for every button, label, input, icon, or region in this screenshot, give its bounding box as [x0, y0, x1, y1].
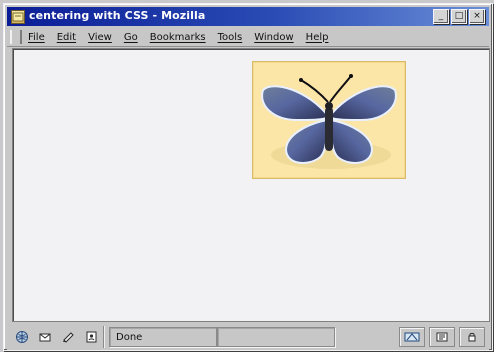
menu-edit[interactable]: Edit — [57, 32, 76, 43]
close-button[interactable]: × — [469, 9, 485, 24]
status-bar: Done — [7, 324, 489, 350]
address-book-icon[interactable] — [83, 329, 99, 345]
lock-icon[interactable] — [459, 327, 485, 347]
butterfly-image — [261, 74, 397, 169]
menu-bar: File Edit View Go Bookmarks Tools Window… — [7, 28, 489, 47]
mail-icon[interactable] — [37, 329, 53, 345]
menu-tools[interactable]: Tools — [218, 32, 243, 43]
maximize-button[interactable]: □ — [451, 9, 467, 24]
browser-window: centering with CSS - Mozilla _ □ × File … — [3, 3, 493, 351]
menu-view[interactable]: View — [88, 32, 112, 43]
globe-icon[interactable] — [14, 329, 30, 345]
composer-icon[interactable] — [60, 329, 76, 345]
window-controls: _ □ × — [433, 9, 485, 24]
status-separator — [103, 326, 105, 348]
menu-file[interactable]: File — [28, 32, 45, 43]
butterfly-image-container — [252, 61, 406, 179]
mozilla-app-icon — [11, 10, 25, 24]
page-content[interactable] — [12, 48, 490, 322]
menu-help[interactable]: Help — [306, 32, 329, 43]
online-status-icon[interactable] — [429, 327, 455, 347]
status-panel-blank — [217, 327, 335, 347]
minimize-button[interactable]: _ — [433, 9, 449, 24]
status-text: Done — [116, 331, 143, 343]
status-right-icons — [399, 327, 485, 347]
menu-bookmarks[interactable]: Bookmarks — [150, 32, 206, 43]
menu-window[interactable]: Window — [254, 32, 293, 43]
menubar-grip[interactable] — [10, 30, 22, 44]
window-title: centering with CSS - Mozilla — [29, 9, 206, 22]
menu-go[interactable]: Go — [124, 32, 138, 43]
status-text-panel: Done — [109, 327, 217, 347]
security-icon[interactable] — [399, 327, 425, 347]
title-bar[interactable]: centering with CSS - Mozilla _ □ × — [7, 7, 489, 26]
